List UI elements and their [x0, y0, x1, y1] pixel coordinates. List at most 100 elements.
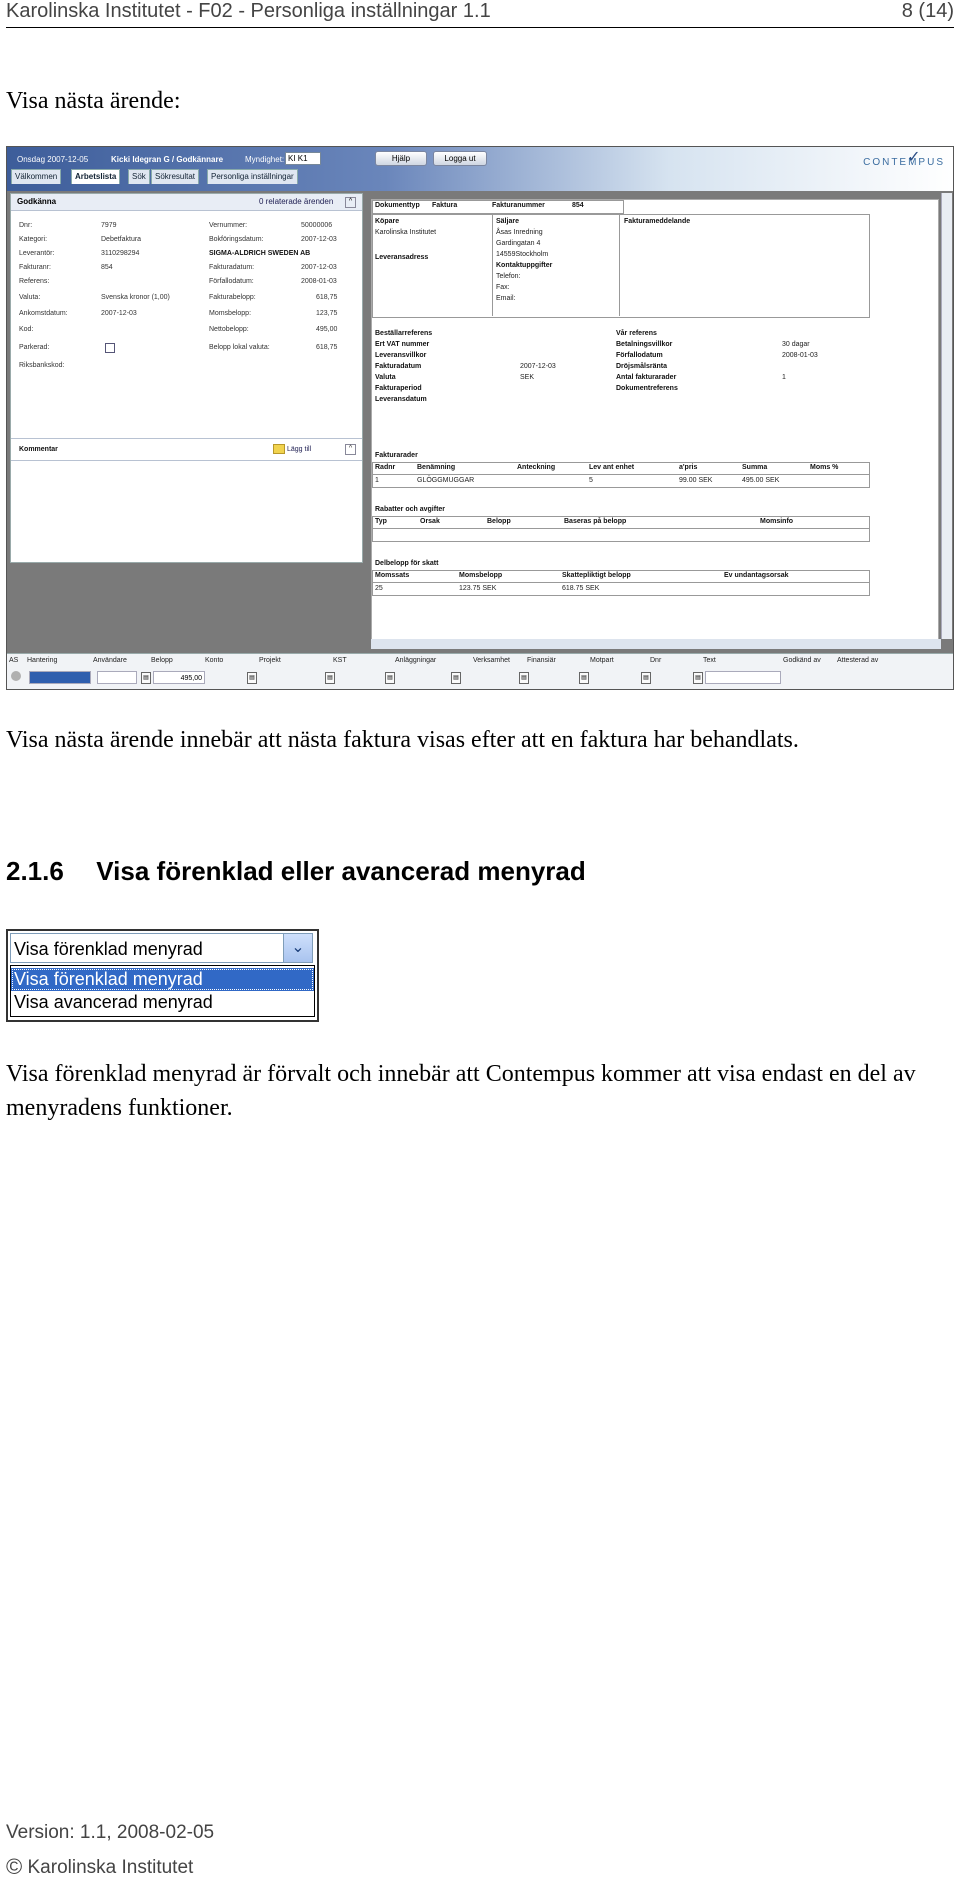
delivery-address-label: Leveransadress	[375, 254, 429, 261]
option-simplified-menubar[interactable]: Visa förenklad menyrad	[11, 968, 314, 991]
right-field-label: Förfallodatum:	[209, 278, 254, 285]
add-comment-link[interactable]: Lägg till	[287, 446, 311, 453]
lookup-icon[interactable]: ▤	[247, 672, 257, 684]
panel-title: Godkänna	[17, 197, 57, 206]
paragraph-menubar: Visa förenklad menyrad är förvalt och in…	[6, 1061, 916, 1121]
right-field-label: Momsbelopp:	[209, 310, 252, 317]
left-field-label: Referens:	[19, 278, 50, 285]
copyright-holder: Karolinska Institutet	[27, 1857, 194, 1878]
message-label: Fakturameddelande	[624, 218, 691, 225]
lookup-icon[interactable]: ▤	[141, 672, 151, 684]
text-field[interactable]	[705, 671, 781, 684]
lookup-icon[interactable]: ▤	[325, 672, 335, 684]
accounting-bar: AS Hantering Användare Belopp Konto Proj…	[7, 653, 953, 689]
copyright-symbol: ©	[6, 1854, 23, 1879]
app-screenshot: Onsdag 2007-12-05 Kicki Idegran G / Godk…	[6, 146, 954, 690]
tab-sok[interactable]: Sök	[128, 169, 150, 184]
right-field-value: 2007-12-03	[301, 236, 337, 243]
right-field-value: 123,75	[316, 310, 338, 317]
right-field-label: Nettobelopp:	[209, 326, 249, 333]
invno-value: 854	[572, 202, 584, 209]
vertical-scrollbar[interactable]	[941, 193, 952, 639]
app-date: Onsdag 2007-12-05	[17, 155, 89, 164]
collapse-icon[interactable]: ^	[345, 197, 356, 208]
right-field-label: Fakturadatum:	[209, 264, 255, 271]
right-field-value: 618,75	[316, 294, 338, 301]
help-button[interactable]: Hjälp	[375, 151, 427, 166]
right-field-value: 2008-01-03	[301, 278, 337, 285]
tab-sokresultat[interactable]: Sökresultat	[151, 169, 200, 184]
authority-label: Myndighet:	[245, 155, 285, 164]
lookup-icon[interactable]: ▤	[519, 672, 529, 684]
buyer-label: Köpare	[375, 218, 400, 225]
page-header: Karolinska Institutet - F02 - Personliga…	[6, 0, 954, 28]
left-field-value: 2007-12-03	[101, 310, 137, 317]
doctype-value: Faktura	[432, 202, 458, 209]
app-topbar: Onsdag 2007-12-05 Kicki Idegran G / Godk…	[7, 147, 953, 191]
supplier-name: SIGMA-ALDRICH SWEDEN AB	[209, 250, 311, 257]
horizontal-scrollbar[interactable]	[371, 639, 941, 649]
invno-label: Fakturanummer	[492, 202, 545, 209]
menubar-options: Visa förenklad menyrad Visa avancerad me…	[10, 965, 315, 1017]
lookup-icon[interactable]: ▤	[579, 672, 589, 684]
collapse-icon[interactable]: ^	[345, 444, 356, 455]
footer-version: Version: 1.1, 2008-02-05	[6, 1822, 215, 1843]
right-field-label: Bokföringsdatum:	[209, 236, 264, 243]
right-field-label: Vernummer:	[209, 222, 248, 229]
left-field-label: Kategori:	[19, 236, 48, 243]
note-icon	[273, 444, 285, 454]
right-field-value: 2007-12-03	[301, 264, 337, 271]
lookup-icon[interactable]: ▤	[451, 672, 461, 684]
authority-select[interactable]: KI K1	[285, 152, 321, 165]
left-field-value: Svenska kronor (1,00)	[101, 294, 170, 301]
lookup-icon[interactable]: ▤	[641, 672, 651, 684]
menubar-dropdown[interactable]: Visa förenklad menyrad ⌄ Visa förenklad …	[6, 929, 319, 1022]
parked-checkbox[interactable]	[105, 343, 115, 353]
user-field[interactable]	[97, 671, 137, 684]
option-advanced-menubar[interactable]: Visa avancerad menyrad	[11, 991, 314, 1014]
left-field-label: Kod:	[19, 326, 34, 333]
menubar-select-value: Visa förenklad menyrad	[14, 939, 203, 959]
approval-panel: Godkänna 0 relaterade ärenden ^ Dnr: 797…	[10, 193, 363, 563]
rows-title: Fakturarader	[375, 452, 418, 459]
right-field-value: 495,00	[316, 326, 338, 333]
tab-valkommen[interactable]: Välkommen	[11, 169, 62, 184]
document-title: Karolinska Institutet - F02 - Personliga…	[6, 0, 491, 22]
panel-header: Godkänna 0 relaterade ärenden ^	[11, 194, 362, 211]
left-field-value: 3110298294	[101, 250, 140, 257]
tab-personliga-installningar[interactable]: Personliga inställningar	[207, 169, 298, 184]
lookup-icon[interactable]: ▤	[385, 672, 395, 684]
doctype-label: Dokumenttyp	[375, 202, 420, 209]
right-field-value: 618,75	[316, 344, 338, 351]
tax-title: Delbelopp för skatt	[375, 560, 439, 567]
seller-label: Säljare	[496, 218, 519, 225]
menubar-select[interactable]: Visa förenklad menyrad ⌄	[10, 933, 313, 963]
tab-arbetslista[interactable]: Arbetslista	[71, 169, 121, 184]
left-field-value: 854	[101, 264, 113, 271]
buyer-value: Karolinska Institutet	[375, 229, 437, 236]
app-user: Kicki Idegran G / Godkännare	[111, 155, 224, 164]
section-title: Visa förenklad eller avancerad menyrad	[96, 856, 586, 886]
hantering-select[interactable]	[29, 671, 91, 684]
discounts-title: Rabatter och avgifter	[375, 506, 446, 513]
amount-field[interactable]: 495,00	[153, 671, 205, 684]
left-field-label: Fakturanr:	[19, 264, 51, 271]
lookup-icon[interactable]: ▤	[693, 672, 703, 684]
logout-button[interactable]: Logga ut	[433, 151, 487, 166]
left-field-value: 7979	[101, 222, 117, 229]
chevron-down-icon[interactable]: ⌄	[283, 934, 312, 962]
footer-copyright: © Karolinska Institutet	[6, 1854, 193, 1880]
right-field-value: 50000006	[301, 222, 333, 229]
left-field-label: Parkerad:	[19, 344, 50, 351]
comment-label: Kommentar	[19, 446, 58, 453]
right-field-label: Fakturabelopp:	[209, 294, 256, 301]
contact-label: Kontaktuppgifter	[496, 262, 553, 269]
left-field-label: Ankomstdatum:	[19, 310, 68, 317]
status-icon	[11, 671, 21, 681]
left-field-label: Valuta:	[19, 294, 41, 301]
left-field-label: Dnr:	[19, 222, 33, 229]
contempus-logo: ✓ CONTEMPUS	[863, 149, 945, 168]
left-field-value: Debetfaktura	[101, 236, 142, 243]
left-field-label: Riksbankskod:	[19, 362, 65, 369]
related-link[interactable]: 0 relaterade ärenden	[259, 194, 333, 210]
